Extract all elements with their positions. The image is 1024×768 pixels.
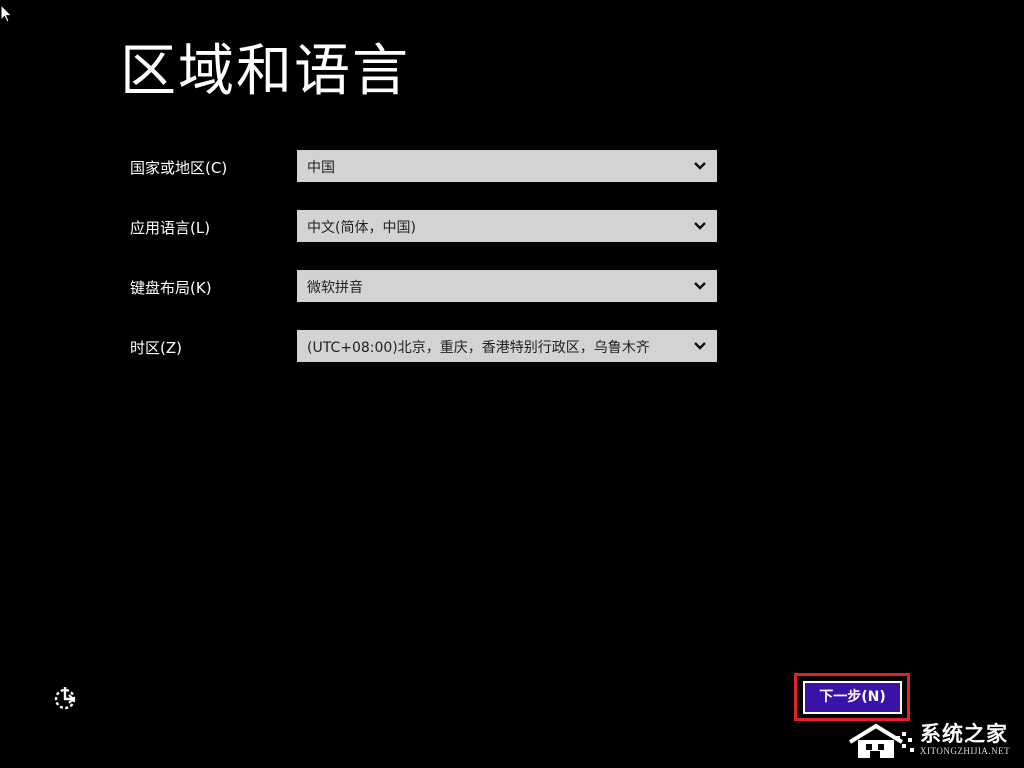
country-select[interactable]: 中国 bbox=[297, 150, 717, 182]
keyboard-layout-label: 键盘布局(K) bbox=[130, 279, 212, 297]
house-logo-icon bbox=[848, 723, 914, 758]
app-language-label: 应用语言(L) bbox=[130, 219, 211, 237]
next-button[interactable]: 下一步(N) bbox=[803, 681, 902, 714]
keyboard-layout-value: 微软拼音 bbox=[307, 280, 363, 296]
app-language-select[interactable]: 中文(简体，中国) bbox=[297, 210, 717, 242]
watermark-url: XITONGZHIJIA.NET bbox=[920, 746, 1011, 756]
chevron-down-icon bbox=[694, 282, 706, 290]
chevron-down-icon bbox=[694, 342, 706, 350]
app-language-value: 中文(简体，中国) bbox=[307, 220, 416, 236]
time-zone-value: (UTC+08:00)北京，重庆，香港特别行政区，乌鲁木齐 bbox=[307, 340, 650, 356]
time-zone-select[interactable]: (UTC+08:00)北京，重庆，香港特别行政区，乌鲁木齐 bbox=[297, 330, 717, 362]
setup-screen: 区域和语言 国家或地区(C) 中国 应用语言(L) 中文(简体，中国) 键盘布局… bbox=[0, 0, 1024, 768]
time-zone-row: 时区(Z) (UTC+08:00)北京，重庆，香港特别行政区，乌鲁木齐 bbox=[130, 330, 720, 362]
app-language-row: 应用语言(L) 中文(简体，中国) bbox=[130, 210, 720, 242]
keyboard-layout-select[interactable]: 微软拼音 bbox=[297, 270, 717, 302]
time-zone-label: 时区(Z) bbox=[130, 339, 182, 357]
country-label: 国家或地区(C) bbox=[130, 159, 228, 177]
mouse-cursor-icon bbox=[0, 4, 13, 23]
ease-of-access-icon[interactable] bbox=[52, 684, 80, 712]
country-row: 国家或地区(C) 中国 bbox=[130, 150, 720, 182]
page-title: 区域和语言 bbox=[120, 39, 410, 104]
country-value: 中国 bbox=[307, 160, 335, 176]
watermark: 系统之家 XITONGZHIJIA.NET bbox=[846, 716, 1018, 764]
chevron-down-icon bbox=[694, 222, 706, 230]
chevron-down-icon bbox=[694, 162, 706, 170]
watermark-name: 系统之家 bbox=[920, 722, 1008, 746]
keyboard-layout-row: 键盘布局(K) 微软拼音 bbox=[130, 270, 720, 302]
